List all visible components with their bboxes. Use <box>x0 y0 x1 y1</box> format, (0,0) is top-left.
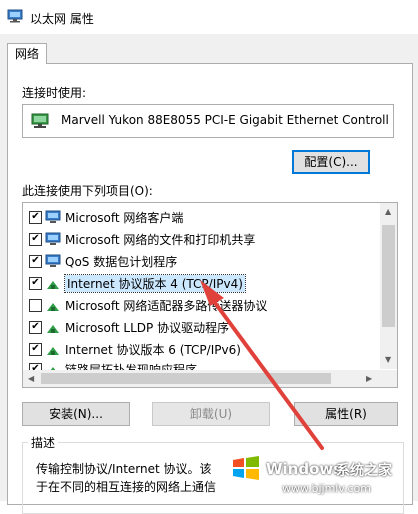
item-checkbox[interactable]: ✔ <box>29 211 42 224</box>
list-item[interactable]: ✔ Microsoft 网络的文件和打印机共享 <box>29 229 379 250</box>
horizontal-scrollbar[interactable]: ◀ ▶ <box>23 370 380 387</box>
protocol-icon <box>47 303 59 311</box>
list-item[interactable]: ✔ Microsoft 网络客户端 <box>29 207 379 228</box>
adapter-name: Marvell Yukon 88E8055 PCI-E Gigabit Ethe… <box>61 113 389 127</box>
horizontal-scroll-thumb[interactable] <box>41 373 331 384</box>
description-text: 传输控制协议/Internet 协议。该 于在不同的相互连接的网络上通信 <box>36 460 216 496</box>
list-item[interactable]: ✔ Microsoft LLDP 协议驱动程序 <box>29 317 379 338</box>
uninstall-button[interactable]: 卸载(U) <box>152 402 270 426</box>
configure-button[interactable]: 配置(C)... <box>292 150 370 174</box>
network-adapter-icon <box>31 113 49 128</box>
item-label: Microsoft 网络的文件和打印机共享 <box>65 233 256 247</box>
items-listbox[interactable]: ✔ Microsoft 网络客户端 ✔ Microsoft 网络的文件和打印机共… <box>22 202 398 388</box>
description-legend: 描述 <box>28 434 59 451</box>
item-checkbox[interactable]: ✔ <box>29 321 42 334</box>
item-checkbox[interactable]: ✔ <box>29 233 42 246</box>
watermark: Windows 系统之家 www.bjjmlv.com <box>228 446 418 501</box>
scroll-up-icon[interactable]: ▲ <box>385 207 391 216</box>
item-label: 链路层拓扑发现响应程序 <box>65 363 198 370</box>
protocol-icon <box>47 325 59 333</box>
item-checkbox[interactable] <box>29 299 42 312</box>
protocol-icon <box>50 367 56 370</box>
item-checkbox[interactable]: ✔ <box>29 343 42 356</box>
vertical-scroll-thumb[interactable] <box>382 225 395 327</box>
watermark-url: www.bjjmlv.com <box>282 482 371 495</box>
protocol-icon <box>47 347 59 355</box>
adapter-box: Marvell Yukon 88E8055 PCI-E Gigabit Ethe… <box>22 104 394 138</box>
protocol-icon <box>47 281 59 289</box>
item-label: Microsoft 网络客户端 <box>65 211 184 225</box>
list-item[interactable]: ✔ 链路层拓扑发现响应程序 <box>29 359 379 370</box>
network-client-icon <box>45 232 61 245</box>
item-label: Microsoft 网络适配器多路传送器协议 <box>65 299 268 313</box>
properties-button[interactable]: 属性(R) <box>294 402 398 426</box>
tab-network[interactable]: 网络 <box>7 43 47 64</box>
scroll-right-icon[interactable]: ▶ <box>366 374 372 383</box>
list-item-selected[interactable]: ✔ Internet 协议版本 4 (TCP/IPv4) <box>29 273 379 294</box>
connect-using-label: 连接时使用: <box>22 86 87 100</box>
network-client-icon <box>45 210 61 223</box>
watermark-brand: Windows <box>266 460 343 478</box>
network-window-icon <box>7 9 23 23</box>
title-bar: 以太网 属性 <box>0 0 418 34</box>
items-label: 此连接使用下列项目(O): <box>22 184 153 198</box>
windows-logo-icon <box>233 456 259 480</box>
install-button[interactable]: 安装(N)... <box>22 402 130 426</box>
item-label: Internet 协议版本 6 (TCP/IPv6) <box>65 343 241 357</box>
item-checkbox[interactable]: ✔ <box>29 277 42 290</box>
scroll-down-icon[interactable]: ▼ <box>385 355 391 364</box>
network-client-icon <box>45 254 61 267</box>
item-checkbox[interactable]: ✔ <box>29 363 42 370</box>
scrollbar-corner <box>380 370 397 387</box>
watermark-site: 系统之家 <box>336 463 392 479</box>
vertical-scrollbar[interactable]: ▲ ▼ <box>380 203 397 369</box>
item-label: QoS 数据包计划程序 <box>65 255 178 269</box>
list-item[interactable]: ✔ Internet 协议版本 6 (TCP/IPv6) <box>29 339 379 360</box>
window-title: 以太网 属性 <box>30 12 94 26</box>
list-item[interactable]: ✔ QoS 数据包计划程序 <box>29 251 379 272</box>
description-line: 于在不同的相互连接的网络上通信 <box>36 480 217 494</box>
description-line: 传输控制协议/Internet 协议。该 <box>36 462 212 476</box>
item-label: Internet 协议版本 4 (TCP/IPv4) <box>64 274 246 293</box>
list-item[interactable]: Microsoft 网络适配器多路传送器协议 <box>29 295 379 316</box>
item-checkbox[interactable]: ✔ <box>29 255 42 268</box>
scroll-left-icon[interactable]: ◀ <box>28 374 34 383</box>
item-label: Microsoft LLDP 协议驱动程序 <box>65 321 230 335</box>
